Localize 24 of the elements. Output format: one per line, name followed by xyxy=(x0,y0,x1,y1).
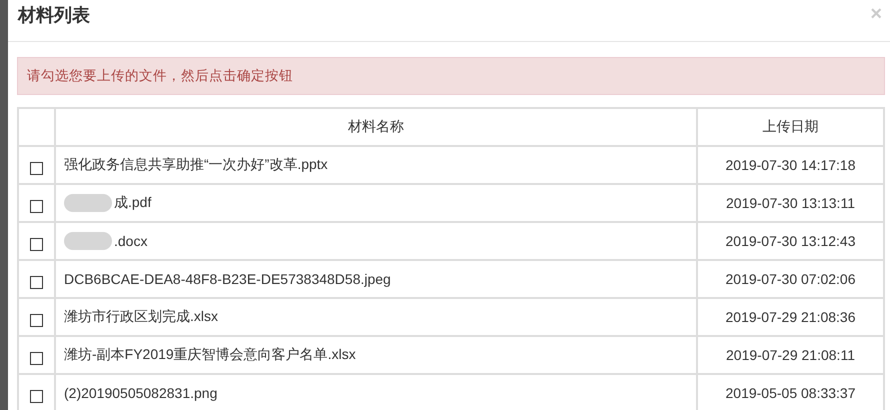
file-name-cell: 强化政务信息共享助推“一次办好”改革.pptx xyxy=(55,146,697,184)
date-cell: 2019-07-30 13:12:43 xyxy=(697,222,884,260)
date-cell: 2019-07-29 21:08:11 xyxy=(697,336,884,374)
date-cell: 2019-07-30 07:02:06 xyxy=(697,260,884,298)
column-header: 材料名称 xyxy=(55,108,697,146)
date-cell: 2019-07-30 13:13:11 xyxy=(697,184,884,222)
file-name: 成.pdf xyxy=(114,194,152,212)
date-cell: 2019-07-29 21:08:36 xyxy=(697,298,884,336)
checkbox[interactable] xyxy=(30,162,43,175)
date-cell: 2019-07-30 14:17:18 xyxy=(697,146,884,184)
dialog-title: 材料列表 xyxy=(18,4,90,26)
file-name-cell: DCB6BCAE-DEA8-48F8-B23E-DE5738348D58.jpeg xyxy=(55,260,697,298)
close-icon[interactable]: × xyxy=(870,4,882,24)
file-name-cell: 潍坊市行政区划完成.xlsx xyxy=(55,298,697,336)
checkbox[interactable] xyxy=(30,200,43,213)
column-header: 上传日期 xyxy=(697,108,884,146)
checkbox[interactable] xyxy=(30,314,43,327)
checkbox[interactable] xyxy=(30,238,43,251)
file-name: .docx xyxy=(114,233,148,249)
checkbox[interactable] xyxy=(30,276,43,289)
file-name-cell: 潍坊-副本FY2019重庆智博会意向客户名单.xlsx xyxy=(55,336,697,374)
checkbox[interactable] xyxy=(30,390,43,403)
alert-message: 请勾选您要上传的文件，然后点击确定按钮 xyxy=(17,57,885,95)
checkbox[interactable] xyxy=(30,352,43,365)
